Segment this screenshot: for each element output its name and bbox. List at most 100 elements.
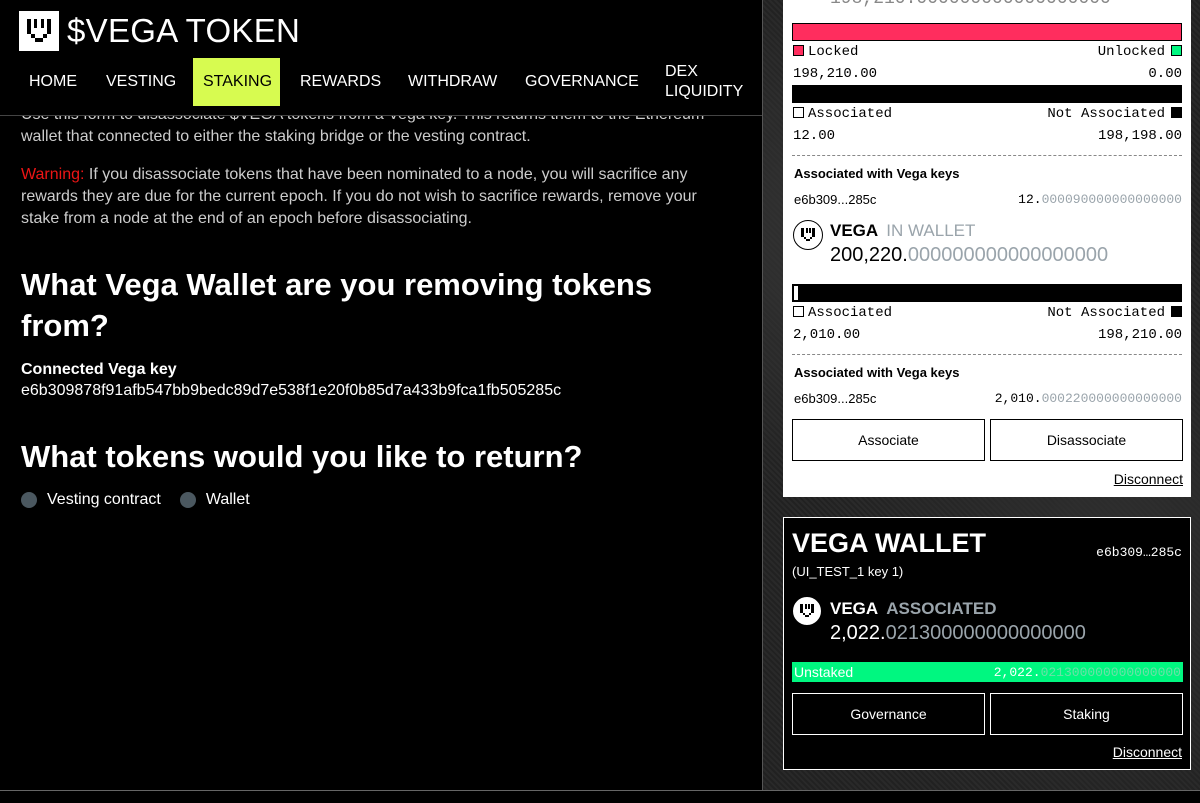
- footer: [0, 791, 1200, 803]
- wallet-heading: What Vega Wallet are you removing tokens…: [21, 267, 653, 343]
- radio-circle-icon[interactable]: [21, 492, 37, 508]
- associated-square-icon: [793, 107, 804, 118]
- warning-body: If you disassociate tokens that have bee…: [21, 166, 697, 227]
- vega-token-icon: [793, 220, 823, 250]
- vega-key-name: (UI_TEST_1 key 1): [792, 564, 904, 579]
- unlocked-square-icon: [1171, 45, 1182, 56]
- assoc-keys-heading: Associated with Vega keys: [794, 166, 960, 181]
- nav-label-line1: DEX: [665, 63, 698, 80]
- radio-label: Wallet: [205, 491, 250, 508]
- warning-text: Warning: If you disassociate tokens that…: [21, 164, 721, 230]
- partial-balance: 198,210.000000000000000000: [830, 0, 1111, 9]
- wallet-association-bar: [792, 284, 1182, 302]
- nav-home[interactable]: HOME: [19, 58, 87, 106]
- vesting-values: 198,210.00 0.00: [793, 65, 1182, 83]
- warning-label: Warning:: [21, 166, 85, 183]
- not-associated-square-icon: [1171, 306, 1182, 317]
- not-associated-square-icon: [1171, 107, 1182, 118]
- wallet-balance: 200,220.000000000000000000: [830, 244, 1108, 267]
- key-short: e6b309...285c: [794, 391, 877, 406]
- balance-dec: 000000000000000000: [907, 244, 1109, 266]
- radio-circle-icon[interactable]: [179, 492, 196, 508]
- tokens-heading: What tokens would you like to return?: [21, 439, 583, 474]
- unlocked-label: Unlocked: [1097, 44, 1165, 60]
- governance-button[interactable]: Governance: [792, 693, 985, 735]
- amount-int: 2,010.: [994, 391, 1042, 406]
- connected-key-label: Connected Vega key: [21, 361, 177, 378]
- vesting-association-bar: [792, 85, 1182, 103]
- token-status: ASSOCIATED: [886, 599, 997, 618]
- locked-value: 198,210.00: [793, 66, 878, 82]
- wallet-sidebar: 198,210.000000000000000000 Locked Unlock…: [762, 0, 1200, 790]
- not-associated-value: 198,198.00: [1097, 128, 1182, 144]
- radio-wallet[interactable]: Wallet: [179, 491, 250, 509]
- balance-int: 2,022.: [830, 622, 886, 644]
- divider: [792, 354, 1182, 355]
- nav-dex-liquidity[interactable]: DEX LIQUIDITY: [655, 58, 753, 106]
- nav-withdraw[interactable]: WITHDRAW: [398, 58, 507, 106]
- vega-balance: 2,022.021300000000000000: [830, 622, 1086, 645]
- vega-logo-icon[interactable]: [19, 11, 59, 51]
- amount-dec: 000090000000000000: [1041, 192, 1182, 207]
- locked-label: Locked: [808, 44, 859, 60]
- app-title: $VEGA TOKEN: [67, 12, 301, 49]
- unstaked-dec: 021300000000000000: [1040, 664, 1181, 680]
- token-name-row: VEGA ASSOCIATED: [830, 599, 996, 619]
- nav-staking[interactable]: STAKING: [193, 58, 280, 106]
- associated-value: 12.00: [793, 128, 836, 144]
- vega-wallet-card: VEGA WALLET e6b309…285c (UI_TEST_1 key 1…: [783, 517, 1191, 770]
- not-associated-label: Not Associated: [1047, 106, 1165, 122]
- associated-value: 2,010.00: [793, 327, 861, 343]
- unlocked-legend: Unlocked: [1098, 43, 1182, 61]
- header-divider: [0, 115, 762, 116]
- header: $VEGA TOKEN HOME VESTING STAKING REWARDS…: [0, 0, 762, 116]
- eth-disconnect-link[interactable]: Disconnect: [1114, 471, 1183, 487]
- locked-bar: [792, 23, 1182, 41]
- balance-dec: 021300000000000000: [885, 622, 1086, 644]
- assoc-key-row: e6b309...285c 2,010.000220000000000000: [794, 391, 1182, 406]
- vega-wallet-title: VEGA WALLET: [792, 528, 986, 558]
- locked-legend: Locked: [793, 43, 858, 61]
- wallet-association-fill: [794, 286, 798, 300]
- wallet-assoc-legend: Associated Not Associated: [793, 304, 1182, 322]
- unstaked-bar: Unstaked 2,022.021300000000000000: [792, 662, 1183, 682]
- token-name: VEGA: [830, 599, 878, 618]
- associated-square-icon: [793, 306, 804, 317]
- nav-rewards[interactable]: REWARDS: [290, 58, 391, 106]
- radio-label: Vesting contract: [47, 491, 161, 508]
- unlocked-value: 0.00: [1148, 66, 1182, 82]
- vesting-assoc-values: 12.00 198,198.00: [793, 127, 1182, 145]
- radio-vesting-contract[interactable]: Vesting contract: [21, 491, 161, 509]
- divider: [792, 155, 1182, 156]
- associated-label: Associated: [808, 305, 893, 321]
- vesting-assoc-legend: Associated Not Associated: [793, 105, 1182, 123]
- token-name: VEGA: [830, 221, 878, 240]
- ethereum-wallet-card: 198,210.000000000000000000 Locked Unlock…: [783, 0, 1191, 497]
- associated-label: Associated: [808, 106, 893, 122]
- token-name-row: VEGA IN WALLET: [830, 221, 975, 241]
- unstaked-int: 2,022.: [993, 664, 1041, 680]
- locked-square-icon: [793, 45, 804, 56]
- token-status: IN WALLET: [886, 221, 976, 240]
- main-content: Use this form to disassociate $VEGA toke…: [0, 0, 762, 790]
- amount-int: 12.: [1018, 192, 1042, 207]
- connected-key-value: e6b309878f91afb547bb9bedc89d7e538f1e20f0…: [21, 382, 562, 399]
- token-source-radio-group: Vesting contract Wallet: [21, 491, 269, 509]
- wallet-assoc-values: 2,010.00 198,210.00: [793, 326, 1182, 344]
- associate-button[interactable]: Associate: [792, 419, 985, 461]
- staking-button[interactable]: Staking: [990, 693, 1183, 735]
- disassociate-button[interactable]: Disassociate: [990, 419, 1183, 461]
- nav-governance[interactable]: GOVERNANCE: [515, 58, 649, 106]
- vega-key-short: e6b309…285c: [1096, 545, 1182, 560]
- amount-dec: 000220000000000000: [1041, 391, 1182, 406]
- vega-disconnect-link[interactable]: Disconnect: [1113, 744, 1182, 760]
- vesting-legend: Locked Unlocked: [793, 43, 1182, 61]
- unstaked-label: Unstaked: [794, 664, 854, 680]
- assoc-keys-heading: Associated with Vega keys: [794, 365, 960, 380]
- vega-token-icon: [792, 596, 822, 626]
- nav-label-line2: LIQUIDITY: [665, 83, 744, 100]
- not-associated-label: Not Associated: [1047, 305, 1165, 321]
- nav-vesting[interactable]: VESTING: [96, 58, 186, 106]
- assoc-key-row: e6b309...285c 12.000090000000000000: [794, 192, 1182, 207]
- key-short: e6b309...285c: [794, 192, 877, 207]
